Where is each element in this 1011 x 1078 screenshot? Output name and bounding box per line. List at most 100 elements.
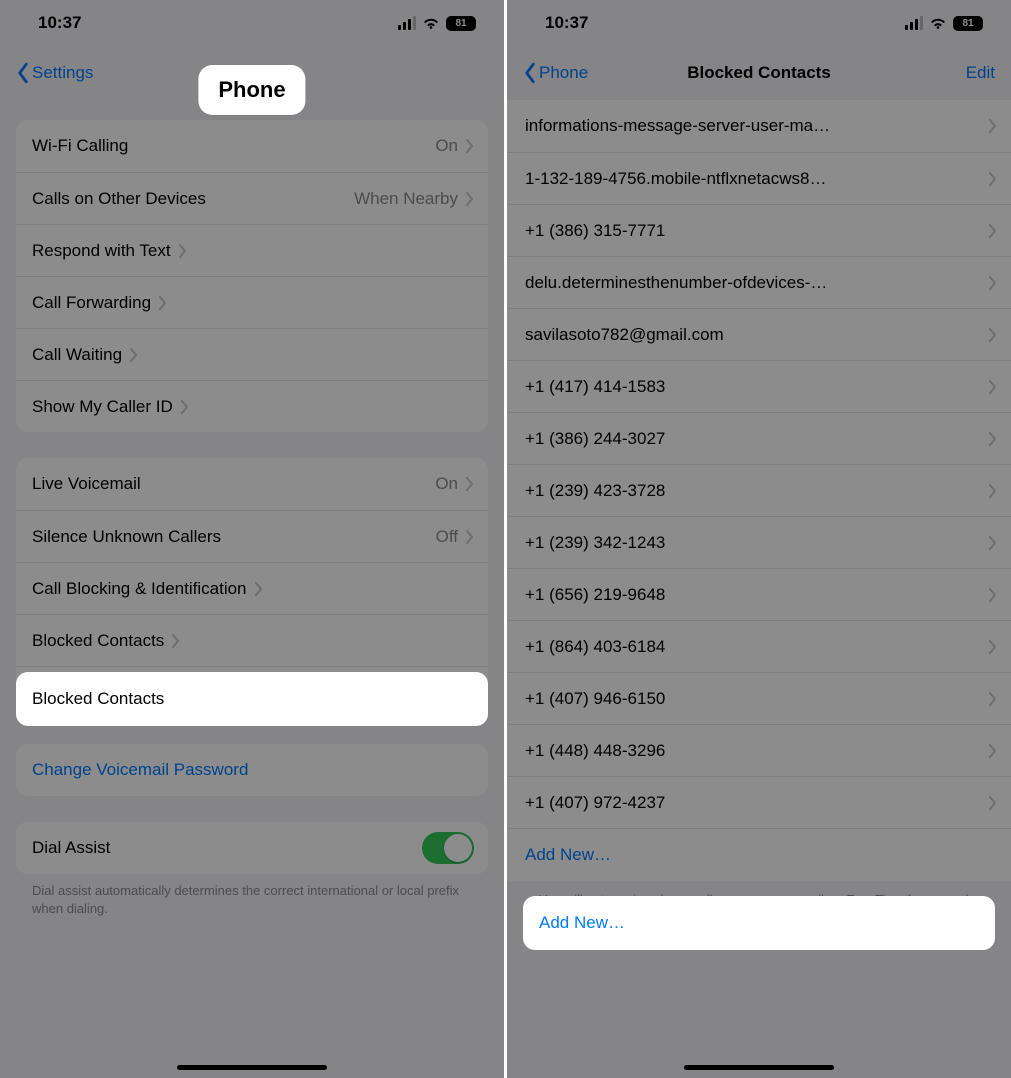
home-indicator[interactable] <box>177 1065 327 1070</box>
back-button[interactable]: Phone <box>523 62 588 84</box>
home-indicator[interactable] <box>684 1065 834 1070</box>
blocked-contact-label: +1 (656) 219-9648 <box>525 585 981 605</box>
add-new-highlight[interactable]: Add New… <box>523 896 995 950</box>
blocked-contact-label: +1 (239) 423-3728 <box>525 481 981 501</box>
chevron-right-icon <box>989 224 997 238</box>
calls-row[interactable]: Calls on Other Devices When Nearby <box>16 172 488 224</box>
blocked-contacts-screen: 10:37 81 Phone Blocked Contacts Edit inf… <box>507 0 1011 1078</box>
add-new-label: Add New… <box>539 913 625 933</box>
chevron-right-icon <box>989 796 997 810</box>
blocked-contact-row[interactable]: 1-132-189-4756.mobile-ntflxnetacws8… <box>507 152 1011 204</box>
chevron-right-icon <box>466 139 474 153</box>
edit-button[interactable]: Edit <box>966 63 995 83</box>
voicemail-row[interactable]: Silence Unknown Callers Off <box>16 510 488 562</box>
chevron-right-icon <box>466 192 474 206</box>
blocked-contact-label: delu.determinesthenumber-ofdevices-… <box>525 273 981 293</box>
blocked-contact-label: +1 (417) 414-1583 <box>525 377 981 397</box>
add-new-row[interactable]: Add New… <box>507 829 1011 881</box>
nav-bar: Phone Blocked Contacts Edit <box>507 46 1011 100</box>
chevron-right-icon <box>989 119 997 133</box>
blocked-contacts-row-highlight[interactable]: Blocked Contacts <box>16 672 488 726</box>
chevron-right-icon <box>989 432 997 446</box>
chevron-right-icon <box>989 588 997 602</box>
status-time: 10:37 <box>38 13 81 33</box>
status-time: 10:37 <box>545 13 588 33</box>
voicemail-label: Live Voicemail <box>32 474 141 494</box>
add-new-label: Add New… <box>525 845 611 865</box>
blocked-contact-row[interactable]: +1 (448) 448-3296 <box>507 724 1011 776</box>
voicemail-value: Off <box>436 527 458 547</box>
back-label: Phone <box>539 63 588 83</box>
chevron-right-icon <box>989 328 997 342</box>
blocked-contact-label: +1 (386) 315-7771 <box>525 221 981 241</box>
calls-label: Respond with Text <box>32 241 171 261</box>
voicemail-row[interactable]: Call Blocking & Identification <box>16 562 488 614</box>
calls-row[interactable]: Wi-Fi Calling On <box>16 120 488 172</box>
title-highlight: Phone <box>198 65 305 115</box>
chevron-right-icon <box>989 380 997 394</box>
calls-row[interactable]: Respond with Text <box>16 224 488 276</box>
calls-group: Wi-Fi Calling On Calls on Other Devices Whe… <box>16 120 488 432</box>
calls-row[interactable]: Call Waiting <box>16 328 488 380</box>
calls-label: Calls on Other Devices <box>32 189 206 209</box>
blocked-contact-label: +1 (407) 946-6150 <box>525 689 981 709</box>
blocked-contact-row[interactable]: +1 (417) 414-1583 <box>507 360 1011 412</box>
cellular-signal-icon <box>398 16 416 30</box>
chevron-right-icon <box>989 276 997 290</box>
blocked-contact-label: +1 (864) 403-6184 <box>525 637 981 657</box>
wifi-icon <box>422 16 440 30</box>
chevron-right-icon <box>989 484 997 498</box>
cellular-signal-icon <box>905 16 923 30</box>
blocked-contact-row[interactable]: +1 (386) 315-7771 <box>507 204 1011 256</box>
voicemail-pw-row[interactable]: Change Voicemail Password <box>16 744 488 796</box>
back-button[interactable]: Settings <box>16 62 93 84</box>
chevron-right-icon <box>172 634 180 648</box>
blocked-contact-row[interactable]: +1 (239) 342-1243 <box>507 516 1011 568</box>
voicemail-pw-label: Change Voicemail Password <box>32 760 248 780</box>
blocked-contact-row[interactable]: savilasoto782@gmail.com <box>507 308 1011 360</box>
blocked-contact-row[interactable]: delu.determinesthenumber-ofdevices-… <box>507 256 1011 308</box>
chevron-right-icon <box>159 296 167 310</box>
blocked-contact-row[interactable]: +1 (407) 946-6150 <box>507 672 1011 724</box>
calls-label: Call Forwarding <box>32 293 151 313</box>
blocked-contacts-list[interactable]: informations-message-server-user-ma… 1-13… <box>507 100 1011 828</box>
chevron-right-icon <box>179 244 187 258</box>
status-bar: 10:37 81 <box>507 0 1011 46</box>
dial-assist-toggle[interactable] <box>422 832 474 864</box>
calls-label: Wi-Fi Calling <box>32 136 128 156</box>
blocked-list-wrap: informations-message-server-user-ma… 1-13… <box>507 100 1011 927</box>
blocked-contact-row[interactable]: +1 (864) 403-6184 <box>507 620 1011 672</box>
add-new-wrap: Add New… <box>507 828 1011 881</box>
chevron-right-icon <box>466 530 474 544</box>
calls-row[interactable]: Call Forwarding <box>16 276 488 328</box>
blocked-contact-row[interactable]: +1 (386) 244-3027 <box>507 412 1011 464</box>
voicemail-row[interactable]: Live Voicemail On <box>16 458 488 510</box>
voicemail-value: On <box>435 474 458 494</box>
chevron-right-icon <box>989 744 997 758</box>
blocked-contact-row[interactable]: +1 (407) 972-4237 <box>507 776 1011 828</box>
chevron-right-icon <box>989 536 997 550</box>
calls-value: On <box>435 136 458 156</box>
voicemail-label: Call Blocking & Identification <box>32 579 247 599</box>
chevron-right-icon <box>181 400 189 414</box>
dial-assist-group: Dial Assist <box>16 822 488 874</box>
status-bar: 10:37 81 <box>0 0 504 46</box>
blocked-contact-row[interactable]: +1 (239) 423-3728 <box>507 464 1011 516</box>
back-label: Settings <box>32 63 93 83</box>
blocked-contact-row[interactable]: informations-message-server-user-ma… <box>507 100 1011 152</box>
dial-assist-label: Dial Assist <box>32 838 110 858</box>
voicemail-label: Blocked Contacts <box>32 631 164 651</box>
blocked-contact-label: 1-132-189-4756.mobile-ntflxnetacws8… <box>525 169 981 189</box>
calls-value: When Nearby <box>354 189 458 209</box>
blocked-contact-row[interactable]: +1 (656) 219-9648 <box>507 568 1011 620</box>
blocked-contact-label: savilasoto782@gmail.com <box>525 325 981 345</box>
blocked-contact-label: +1 (386) 244-3027 <box>525 429 981 449</box>
dial-assist-footer: Dial assist automatically determines the… <box>16 874 488 917</box>
calls-row[interactable]: Show My Caller ID <box>16 380 488 432</box>
calls-label: Show My Caller ID <box>32 397 173 417</box>
chevron-right-icon <box>989 172 997 186</box>
calls-label: Call Waiting <box>32 345 122 365</box>
dial-assist-row[interactable]: Dial Assist <box>16 822 488 874</box>
voicemail-row[interactable]: Blocked Contacts <box>16 614 488 666</box>
voicemail-label: Silence Unknown Callers <box>32 527 221 547</box>
